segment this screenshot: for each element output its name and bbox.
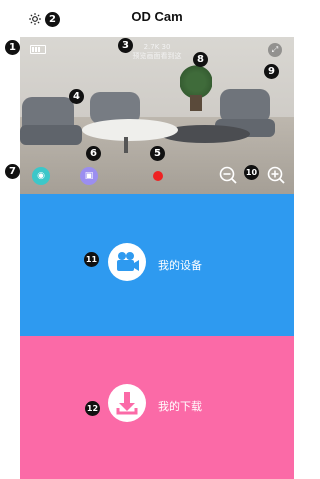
video-icon[interactable]: ▣ [80,167,98,185]
download-icon [108,384,146,422]
video-camera-icon [108,243,146,281]
annotation-marker: 3 [118,38,133,53]
record-icon[interactable] [149,167,167,185]
zoom-in-icon[interactable] [266,165,286,185]
annotation-marker: 10 [244,165,259,180]
preview-status-text: 预览画面看到这 [132,52,182,60]
camera-icon[interactable]: ◉ [32,167,50,185]
preview-plant [180,65,212,99]
preview-table-leg [124,137,128,153]
preview-sofa-right [220,89,270,123]
preview-sofa-seat [20,125,82,145]
app-screen: OD Cam 2.7K 30 预览画面看到这 ⤢ ◉ ▣ 我的设备 我的下载 1… [0,0,294,479]
zoom-out-icon[interactable] [218,165,238,185]
annotation-marker: 12 [85,401,100,416]
annotation-marker: 5 [150,146,165,161]
top-navbar: OD Cam [20,0,294,37]
page-title: OD Cam [131,9,183,24]
annotation-marker: 2 [45,12,60,27]
preview-plant-pot [190,95,202,111]
annotation-marker: 11 [84,252,99,267]
resolution-text: 2.7K 30 [143,43,171,51]
annotation-marker: 9 [264,64,279,79]
annotation-marker: 1 [5,40,20,55]
my-downloads-label: 我的下载 [158,400,202,413]
camera-info: 2.7K 30 预览画面看到这 [20,43,294,61]
annotation-marker: 8 [193,52,208,67]
expand-icon[interactable]: ⤢ [268,43,282,57]
my-devices-label: 我的设备 [158,259,202,272]
my-downloads-button[interactable]: 我的下载 [20,336,294,479]
annotation-marker: 7 [5,164,20,179]
annotation-marker: 4 [69,89,84,104]
annotation-marker: 6 [86,146,101,161]
preview-table [82,119,178,141]
my-devices-button[interactable]: 我的设备 [20,194,294,336]
